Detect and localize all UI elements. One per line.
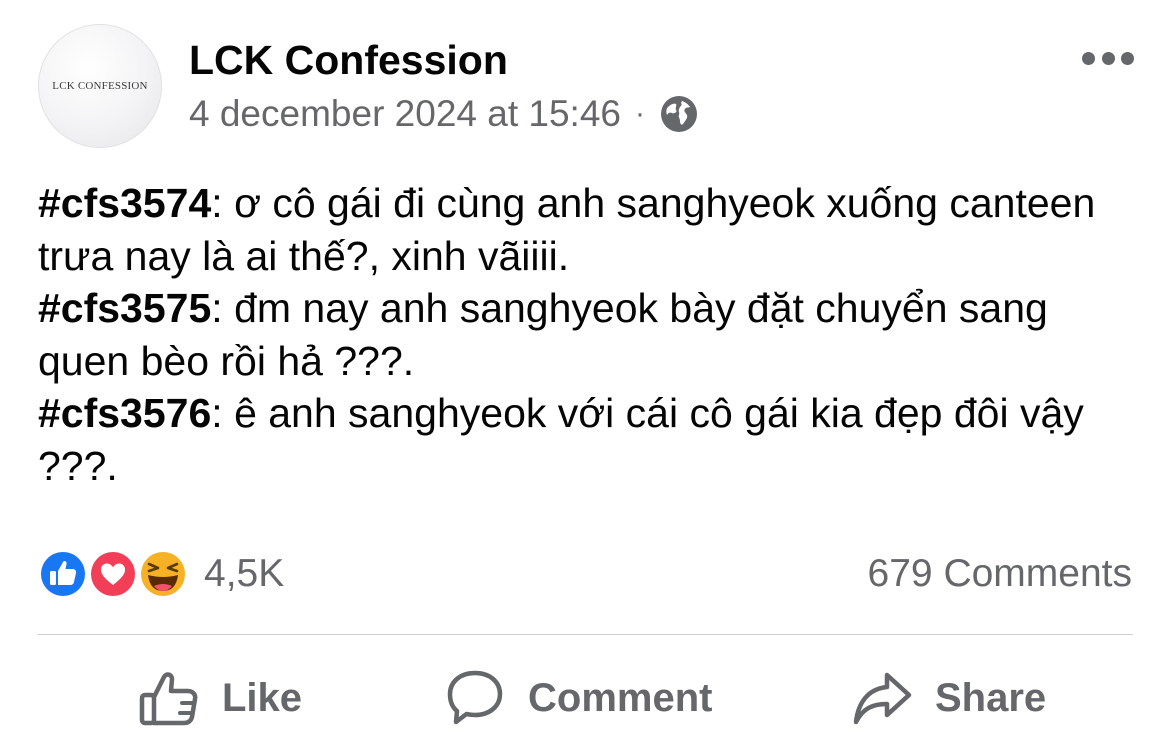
meta-separator: · [635, 97, 645, 130]
like-reaction-icon [39, 550, 87, 598]
hashtag-link[interactable]: #cfs3576 [38, 390, 211, 436]
globe-icon[interactable] [659, 94, 699, 134]
reaction-count: 4,5K [204, 552, 285, 595]
post-text: #cfs3574: ơ cô gái đi cùng anh sanghyeok… [38, 177, 1133, 492]
post-meta: 4 december 2024 at 15:46 · [189, 90, 699, 138]
action-bar: Like Comment Share [38, 648, 1133, 748]
avatar-logo-text: LCK CONFESSION [52, 80, 148, 92]
page-name-link[interactable]: LCK Confession [189, 36, 508, 84]
divider [38, 634, 1133, 635]
facebook-post: LCK CONFESSION LCK Confession 4 december… [0, 0, 1170, 754]
more-dot [1082, 51, 1095, 65]
page-avatar[interactable]: LCK CONFESSION [38, 24, 162, 148]
like-button[interactable]: Like [138, 648, 302, 748]
comment-label: Comment [528, 675, 713, 720]
confession-entry: #cfs3574: ơ cô gái đi cùng anh sanghyeok… [38, 177, 1133, 282]
comments-count-link[interactable]: 679 Comments [868, 549, 1132, 599]
haha-reaction-icon [139, 550, 187, 598]
love-reaction-icon [89, 550, 137, 598]
reaction-icons [38, 549, 188, 599]
like-label: Like [222, 675, 303, 720]
hashtag-link[interactable]: #cfs3575 [38, 285, 211, 331]
reactions-summary[interactable]: 4,5K [38, 549, 284, 599]
more-dot [1101, 51, 1115, 65]
thumbs-up-icon [139, 672, 198, 726]
hashtag-link[interactable]: #cfs3574 [38, 180, 211, 226]
speech-bubble-icon [447, 670, 503, 725]
share-arrow-icon [853, 672, 912, 725]
more-dot [1121, 51, 1134, 65]
share-button[interactable]: Share [851, 648, 1046, 748]
more-options-icon[interactable] [1082, 48, 1134, 68]
share-label: Share [935, 675, 1047, 720]
comment-button[interactable]: Comment [444, 648, 712, 748]
confession-entry: #cfs3576: ê anh sanghyeok với cái cô gái… [38, 387, 1133, 492]
post-timestamp[interactable]: 4 december 2024 at 15:46 [189, 93, 621, 135]
confession-entry: #cfs3575: đm nay anh sanghyeok bày đặt c… [38, 282, 1133, 387]
